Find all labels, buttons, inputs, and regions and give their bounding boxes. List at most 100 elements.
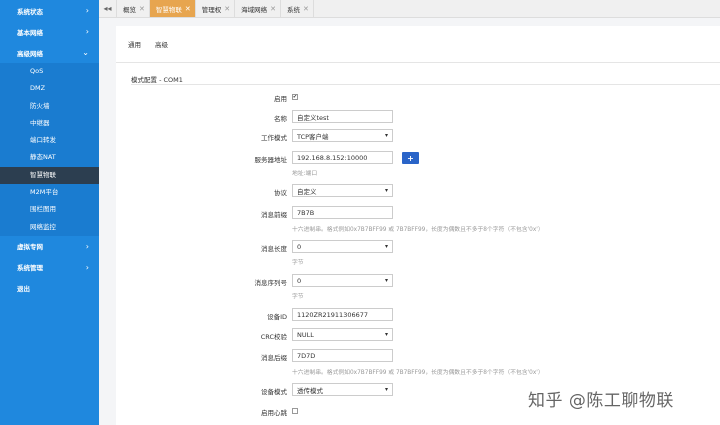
close-icon[interactable]: ✕ xyxy=(270,5,276,13)
tab-label: 管理权 xyxy=(201,5,222,14)
chevron-right-icon: › xyxy=(85,241,89,251)
chevron-right-icon: › xyxy=(85,262,89,272)
close-icon[interactable]: ✕ xyxy=(303,5,309,13)
sidebar-item-label: 系统状态 xyxy=(17,7,43,16)
caret-down-icon: ▾ xyxy=(384,132,388,139)
tab-scroll-left-icon[interactable]: ◂◂ xyxy=(99,0,117,17)
caret-down-icon: ▾ xyxy=(384,277,388,284)
enable-label: 启用 xyxy=(274,95,287,103)
tab-label: 智慧物联 xyxy=(155,5,182,14)
deviceid-label: 设备ID xyxy=(267,313,287,321)
devmode-select[interactable]: 透传模式 ▾ xyxy=(292,383,393,396)
sidebar-item-label: 虚拟专网 xyxy=(17,243,43,252)
sidebar-item-repeater[interactable]: 中继器 xyxy=(0,115,99,132)
sidebar-item-system-status[interactable]: 系统状态 › xyxy=(0,0,99,21)
main-content: 通用 高级 模式配置 - COM1 启用 ✔ 名称 自定义test 工作模式 T… xyxy=(116,26,720,425)
server-help: 地址:端口 xyxy=(292,171,318,177)
close-icon[interactable]: ✕ xyxy=(139,5,145,13)
add-button[interactable]: + xyxy=(402,152,419,164)
heartbeat-checkbox[interactable] xyxy=(292,408,298,414)
crc-label: CRC校验 xyxy=(260,333,287,341)
sidebar-item-advanced-network[interactable]: 高级网络 ⌄ xyxy=(0,42,99,63)
sidebar-item-firewall[interactable]: 防火墙 xyxy=(0,98,99,115)
tab-general[interactable]: 通用 xyxy=(128,39,141,49)
msghead-help: 十六进制串。格式例如0x7B7BFF99 或 7B7BFF99，长度为偶数且不多… xyxy=(292,227,544,233)
caret-down-icon: ▾ xyxy=(384,386,388,393)
sidebar-item-network-monitor[interactable]: 网络监控 xyxy=(0,219,99,236)
name-input[interactable]: 自定义test xyxy=(292,110,393,123)
devmode-label: 设备模式 xyxy=(261,388,287,396)
tab-advanced[interactable]: 高级 xyxy=(155,39,168,49)
server-value: 192.168.8.152:10000 xyxy=(297,153,368,162)
workmode-label: 工作模式 xyxy=(261,134,287,142)
msgseq-help: 字节 xyxy=(292,294,304,300)
sidebar-item-vpn[interactable]: 虚拟专网 › xyxy=(0,236,99,257)
caret-down-icon: ▾ xyxy=(384,187,388,194)
msglen-select[interactable]: 0 ▾ xyxy=(292,240,393,253)
tab-overview[interactable]: 概览 ✕ xyxy=(117,0,150,17)
msghead-value: 7B7B xyxy=(297,208,315,217)
server-input[interactable]: 192.168.8.152:10000 xyxy=(292,151,393,164)
workmode-value: TCP客户端 xyxy=(297,132,329,141)
tab-bar: ◂◂ 概览 ✕ 智慧物联 ✕ 管理权 ✕ 海域网络 ✕ 系统 ✕ xyxy=(99,0,720,18)
section-title: 模式配置 - COM1 xyxy=(131,76,183,84)
sidebar-item-system-admin[interactable]: 系统管理 › xyxy=(0,257,99,278)
sidebar-item-label: 高级网络 xyxy=(17,49,43,58)
tab-label: 概览 xyxy=(123,5,136,14)
msghead-label: 消息前缀 xyxy=(261,211,287,219)
workmode-select[interactable]: TCP客户端 ▾ xyxy=(292,129,393,142)
close-icon[interactable]: ✕ xyxy=(224,5,230,13)
tab-label: 海域网络 xyxy=(241,5,268,14)
deviceid-input[interactable]: 1120ZR21911306677 xyxy=(292,308,393,321)
msgseq-value: 0 xyxy=(297,276,302,285)
sidebar-item-label: 系统管理 xyxy=(17,264,43,273)
protocol-label: 协议 xyxy=(274,189,287,197)
sidebar-item-smart-iot[interactable]: 智慧物联 xyxy=(0,166,99,185)
msgseq-label: 消息序列号 xyxy=(254,279,288,287)
sidebar-item-port-forward[interactable]: 端口转发 xyxy=(0,132,99,149)
sidebar-item-basic-network[interactable]: 基本网络 › xyxy=(0,21,99,42)
heartbeat-label: 启用心跳 xyxy=(261,409,287,417)
msgtail-input[interactable]: 7D7D xyxy=(292,349,393,362)
name-label: 名称 xyxy=(274,115,287,123)
sidebar-item-m2m[interactable]: M2M平台 xyxy=(0,184,99,201)
msglen-label: 消息长度 xyxy=(261,245,287,253)
chevron-right-icon: › xyxy=(85,6,89,15)
msghead-input[interactable]: 7B7B xyxy=(292,206,393,219)
close-icon[interactable]: ✕ xyxy=(185,5,191,13)
chevron-right-icon: › xyxy=(85,27,89,36)
msglen-help: 字节 xyxy=(292,260,304,266)
sidebar-item-fence[interactable]: 围栏图用 xyxy=(0,201,99,218)
protocol-value: 自定义 xyxy=(297,187,317,196)
sidebar: 系统状态 › 基本网络 › 高级网络 ⌄ QoS DMZ 防火墙 中继器 端口转发 静… xyxy=(0,0,99,425)
tab-sea-network[interactable]: 海域网络 ✕ xyxy=(235,0,281,17)
msgtail-value: 7D7D xyxy=(297,351,316,360)
chevron-down-icon: ⌄ xyxy=(82,48,89,57)
devmode-value: 透传模式 xyxy=(297,386,323,395)
msglen-value: 0 xyxy=(297,242,302,251)
tab-smart-iot[interactable]: 智慧物联 ✕ xyxy=(149,0,196,17)
sidebar-item-logout[interactable]: 退出 xyxy=(0,278,99,299)
sidebar-item-dmz[interactable]: DMZ xyxy=(0,80,99,97)
sidebar-submenu: QoS DMZ 防火墙 中继器 端口转发 静态NAT 智慧物联 M2M平台 围栏… xyxy=(0,63,99,236)
sidebar-item-label: 退出 xyxy=(17,285,30,294)
tab-system[interactable]: 系统 ✕ xyxy=(281,0,314,17)
watermark: 知乎 @陈工聊物联 xyxy=(528,391,674,411)
protocol-select[interactable]: 自定义 ▾ xyxy=(292,184,393,197)
divider xyxy=(131,84,720,85)
tab-label: 系统 xyxy=(287,5,300,14)
name-value: 自定义test xyxy=(297,113,329,122)
caret-down-icon: ▾ xyxy=(384,243,388,250)
crc-value: NULL xyxy=(297,330,314,339)
server-label: 服务器地址 xyxy=(254,156,288,164)
msgseq-select[interactable]: 0 ▾ xyxy=(292,274,393,287)
tab-admin[interactable]: 管理权 ✕ xyxy=(196,0,236,17)
sub-tabs: 通用 高级 xyxy=(116,26,720,63)
sidebar-item-static-nat[interactable]: 静态NAT xyxy=(0,149,99,166)
deviceid-value: 1120ZR21911306677 xyxy=(297,310,369,319)
caret-down-icon: ▾ xyxy=(384,331,388,338)
msgtail-help: 十六进制串。格式例如0x7B7BFF99 或 7B7BFF99，长度为偶数且不多… xyxy=(292,370,544,376)
crc-select[interactable]: NULL ▾ xyxy=(292,328,393,341)
enable-checkbox[interactable]: ✔ xyxy=(292,94,298,100)
sidebar-item-qos[interactable]: QoS xyxy=(0,63,99,80)
